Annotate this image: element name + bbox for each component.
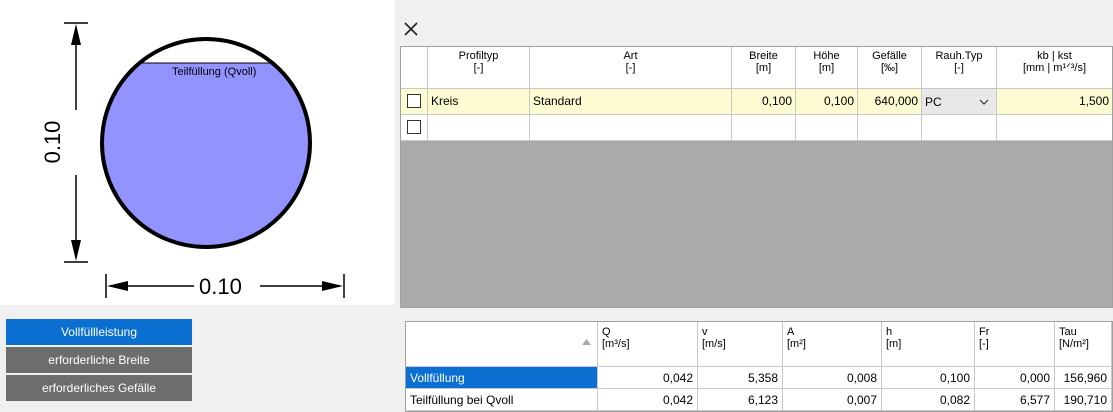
row-checkbox[interactable]	[407, 120, 421, 134]
cell-kb-kst[interactable]: 1,500	[997, 89, 1112, 115]
col-header-a[interactable]: A [m²]	[783, 322, 882, 367]
table-row-empty	[401, 115, 1112, 141]
row-label[interactable]: Vollfüllung	[406, 367, 598, 389]
chevron-down-icon	[979, 99, 989, 105]
col-header-art[interactable]: Art [-]	[530, 47, 732, 89]
sort-arrow-icon	[582, 339, 591, 345]
calculation-menu: Vollfüllleistung erforderliche Breite er…	[6, 319, 192, 403]
cell-profiltyp[interactable]: Kreis	[428, 89, 530, 115]
cell-gefaelle[interactable]: 640,000	[858, 89, 922, 115]
cell-hoehe[interactable]: 0,100	[796, 89, 858, 115]
col-header-rauh-typ[interactable]: Rauh.Typ [-]	[922, 47, 997, 89]
col-header-kb-kst[interactable]: kb | kst [mm | m¹ᐟ³/s]	[997, 47, 1112, 89]
fill-label: Teilfüllung (Qvoll)	[172, 66, 257, 78]
profile-grid-header: Profiltyp [-] Art [-] Breite [m] Höhe [m] Ge…	[401, 47, 1112, 89]
row-label[interactable]: Teilfüllung bei Qvoll	[406, 389, 598, 411]
cell-h: 0,100	[882, 367, 975, 389]
dim-vertical-label: 0.10	[40, 120, 65, 164]
cell-v: 6,123	[698, 389, 783, 411]
cell-v: 5,358	[698, 367, 783, 389]
col-header-tau[interactable]: Tau [N/m²]	[1055, 322, 1112, 367]
col-header-fr[interactable]: Fr [-]	[975, 322, 1055, 367]
col-header-hoehe[interactable]: Höhe [m]	[796, 47, 858, 89]
cell-q: 0,042	[598, 389, 698, 411]
profile-grid: Profiltyp [-] Art [-] Breite [m] Höhe [m] Ge…	[400, 46, 1113, 308]
close-icon[interactable]	[403, 21, 419, 37]
cell-art[interactable]: Standard	[530, 89, 732, 115]
rauh-typ-value: PC	[925, 94, 942, 109]
cell-tau: 156,960	[1055, 367, 1112, 389]
cell-h: 0,082	[882, 389, 975, 411]
cell-a: 0,008	[783, 367, 882, 389]
table-row: Teilfüllung bei Qvoll 0,042 6,123 0,007 …	[406, 389, 1112, 411]
col-header-gefaelle[interactable]: Gefälle [‰]	[858, 47, 922, 89]
cell-fr: 0,000	[975, 367, 1055, 389]
cell-a: 0,007	[783, 389, 882, 411]
col-header-breite[interactable]: Breite [m]	[732, 47, 796, 89]
cell-breite[interactable]: 0,100	[732, 89, 796, 115]
table-row: Kreis Standard 0,100 0,100 640,000 PC 1,…	[401, 89, 1112, 115]
col-header-q[interactable]: Q [m³/s]	[598, 322, 698, 367]
cell-q: 0,042	[598, 367, 698, 389]
rauh-typ-select[interactable]: PC	[922, 89, 997, 115]
col-header-h[interactable]: h [m]	[882, 322, 975, 367]
row-checkbox[interactable]	[407, 94, 421, 108]
menu-item-erforderliches-gefaelle[interactable]: erforderliches Gefälle	[6, 375, 192, 401]
menu-item-erforderliche-breite[interactable]: erforderliche Breite	[6, 347, 192, 373]
result-grid: Q [m³/s] v [m/s] A [m²] h [m] Fr [-] Tau [N/m²…	[405, 321, 1113, 412]
vertical-dimension	[64, 22, 88, 263]
col-header-v[interactable]: v [m/s]	[698, 322, 783, 367]
fill-area	[102, 63, 310, 247]
cell-fr: 6,577	[975, 389, 1055, 411]
table-row: Vollfüllung 0,042 5,358 0,008 0,100 0,00…	[406, 367, 1112, 389]
dim-horizontal-label: 0.10	[199, 274, 242, 299]
menu-item-vollfuellleistung[interactable]: Vollfüllleistung	[6, 319, 192, 345]
cell-tau: 190,710	[1055, 389, 1112, 411]
result-grid-header: Q [m³/s] v [m/s] A [m²] h [m] Fr [-] Tau [N/m²…	[406, 322, 1112, 367]
col-header-profiltyp[interactable]: Profiltyp [-]	[428, 47, 530, 89]
cross-section-drawing: Teilfüllung (Qvoll) 0.10 0.10	[0, 0, 395, 305]
